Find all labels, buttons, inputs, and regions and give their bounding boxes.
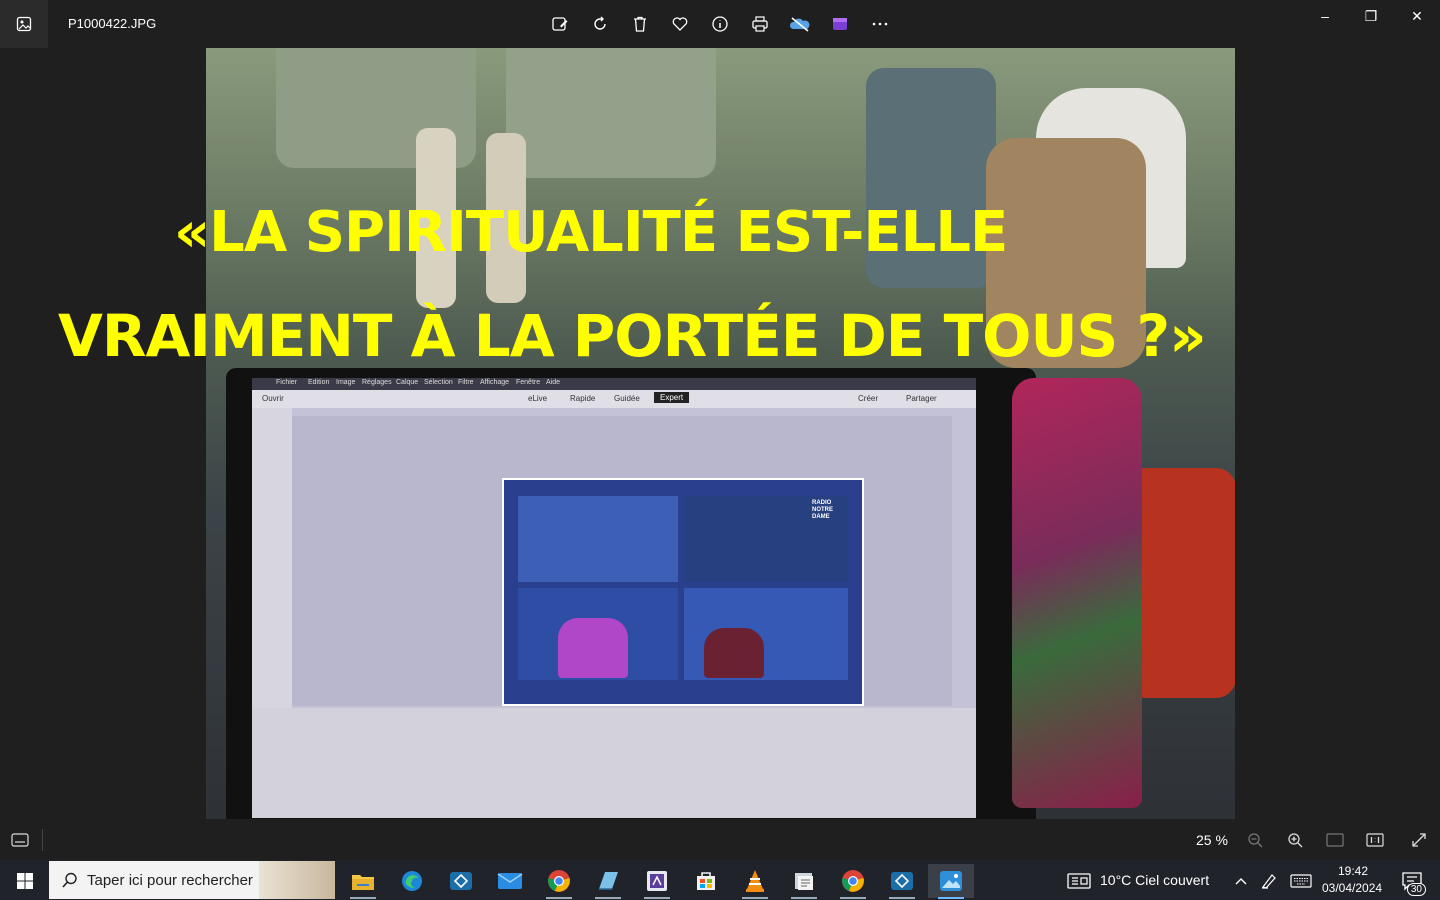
screen-menu-text: Filtre xyxy=(458,379,474,386)
zoom-out-icon[interactable] xyxy=(1244,829,1266,851)
travel-mug xyxy=(1012,378,1142,808)
video-quad xyxy=(518,496,678,582)
clipchamp-icon[interactable] xyxy=(828,12,852,36)
taskbar: Taper ici pour rechercher 10°C Ciel couv… xyxy=(0,860,1440,900)
screen-menu-text: Affichage xyxy=(480,379,510,386)
title-bar: P1000422.JPG – ❐ ✕ xyxy=(0,0,1440,48)
screen-tab: eLive xyxy=(528,394,548,403)
filmstrip-icon[interactable] xyxy=(9,829,31,851)
running-indicator xyxy=(840,897,866,899)
clock-time[interactable]: 19:42 xyxy=(1338,864,1368,878)
screen-tabs: Ouvrir eLive Rapide Guidée Expert Créer … xyxy=(252,390,976,408)
guest-figure xyxy=(704,628,764,678)
maximize-button[interactable]: ❐ xyxy=(1348,6,1394,26)
vlc-icon[interactable] xyxy=(732,864,778,899)
screen-menu-text: Sélection xyxy=(424,379,453,386)
inner-screenshot: RADIO NOTRE DAME xyxy=(502,478,864,706)
screen-open-label: Ouvrir xyxy=(262,394,284,403)
file-name: P1000422.JPG xyxy=(68,16,157,31)
video-quad: RADIO NOTRE DAME xyxy=(684,496,848,582)
screen-menu-text: Calque xyxy=(396,379,419,386)
search-icon xyxy=(62,872,77,888)
notification-count: 30 xyxy=(1406,883,1426,896)
taskbar-search[interactable]: Taper ici pour rechercher xyxy=(49,861,335,899)
screen-menu-text: Image xyxy=(336,379,356,386)
notes-icon[interactable] xyxy=(585,864,631,899)
close-button[interactable]: ✕ xyxy=(1394,6,1440,26)
onedrive-icon[interactable] xyxy=(788,12,812,36)
more-icon[interactable] xyxy=(868,12,892,36)
screen-menu-text: Edition xyxy=(308,379,330,386)
print-icon[interactable] xyxy=(748,12,772,36)
photo-viewer-image: Fichier Edition Image Réglages Calque Sé… xyxy=(206,48,1235,819)
screen-menu-text: Réglages xyxy=(362,379,392,386)
file-explorer-icon[interactable] xyxy=(340,864,386,899)
app-icon[interactable] xyxy=(438,864,484,898)
start-button[interactable] xyxy=(2,864,48,898)
rotate-icon[interactable] xyxy=(588,12,612,36)
running-indicator xyxy=(889,897,915,899)
screen-bottom-panel xyxy=(252,708,976,818)
mail-icon[interactable] xyxy=(487,864,533,898)
app2-icon[interactable] xyxy=(634,864,680,899)
screen-toolbox xyxy=(252,408,292,708)
screen-menu-text: Fenêtre xyxy=(516,379,541,386)
screen-menubar: Fichier Edition Image Réglages Calque Sé… xyxy=(252,378,976,390)
files-icon[interactable] xyxy=(781,864,827,899)
radio-logo: RADIO NOTRE DAME xyxy=(812,500,833,520)
headline-line-2: VRAIMENT À LA PORTÉE DE TOUS ?» xyxy=(58,302,1207,370)
photos-app-icon[interactable] xyxy=(0,0,48,48)
edge-icon[interactable] xyxy=(389,864,435,898)
toolbar xyxy=(548,12,892,36)
running-indicator xyxy=(644,897,670,899)
screen-share-label: Partager xyxy=(906,394,937,403)
screen-tab: Rapide xyxy=(570,394,596,403)
chrome-icon[interactable] xyxy=(536,864,582,899)
screen-canvas: RADIO NOTRE DAME xyxy=(292,416,952,706)
laptop-screen: Fichier Edition Image Réglages Calque Sé… xyxy=(252,378,976,818)
screen-tab: Guidée xyxy=(614,394,640,403)
running-indicator xyxy=(350,897,376,899)
chrome2-icon[interactable] xyxy=(830,864,876,899)
search-highlight-image xyxy=(259,861,335,899)
video-quad xyxy=(518,588,678,680)
screen-tab-active: Expert xyxy=(654,392,690,403)
guest-figure xyxy=(558,618,628,678)
zoom-in-icon[interactable] xyxy=(1284,829,1306,851)
clock-date[interactable]: 03/04/2024 xyxy=(1322,881,1382,895)
photos-icon[interactable] xyxy=(928,864,974,899)
favorite-icon[interactable] xyxy=(668,12,692,36)
actual-size-icon[interactable] xyxy=(1364,829,1386,851)
edit-image-icon[interactable] xyxy=(548,12,572,36)
chevron-up-icon[interactable] xyxy=(1228,864,1254,898)
fullscreen-icon[interactable] xyxy=(1408,829,1430,851)
running-indicator xyxy=(742,897,768,899)
minimize-button[interactable]: – xyxy=(1302,6,1348,26)
red-suitcase xyxy=(1126,468,1235,698)
keyboard-icon[interactable] xyxy=(1286,864,1316,898)
search-placeholder: Taper ici pour rechercher xyxy=(87,871,253,889)
pen-icon[interactable] xyxy=(1256,864,1282,898)
video-quad xyxy=(684,588,848,680)
running-indicator xyxy=(546,897,572,899)
headline-line-1: «LA SPIRITUALITÉ EST-ELLE xyxy=(174,200,1008,265)
weather-icon[interactable] xyxy=(1058,864,1100,898)
screen-menu-text: Aide xyxy=(546,379,561,386)
divider xyxy=(42,829,43,851)
running-indicator xyxy=(791,897,817,899)
zoom-level: 25 % xyxy=(1196,832,1228,848)
delete-icon[interactable] xyxy=(628,12,652,36)
info-icon[interactable] xyxy=(708,12,732,36)
notification-center-icon[interactable]: 30 xyxy=(1394,864,1430,898)
running-indicator xyxy=(595,897,621,899)
screen-create-label: Créer xyxy=(858,394,879,403)
app3-icon[interactable] xyxy=(879,864,925,899)
running-indicator xyxy=(938,897,964,899)
weather-text[interactable]: 10°C Ciel couvert xyxy=(1100,872,1209,888)
fit-to-window-icon[interactable] xyxy=(1324,829,1346,851)
store-icon[interactable] xyxy=(683,864,729,898)
screen-menu-text: Fichier xyxy=(276,379,298,386)
status-bar: 25 % xyxy=(0,819,1440,860)
train-seat xyxy=(506,48,716,178)
